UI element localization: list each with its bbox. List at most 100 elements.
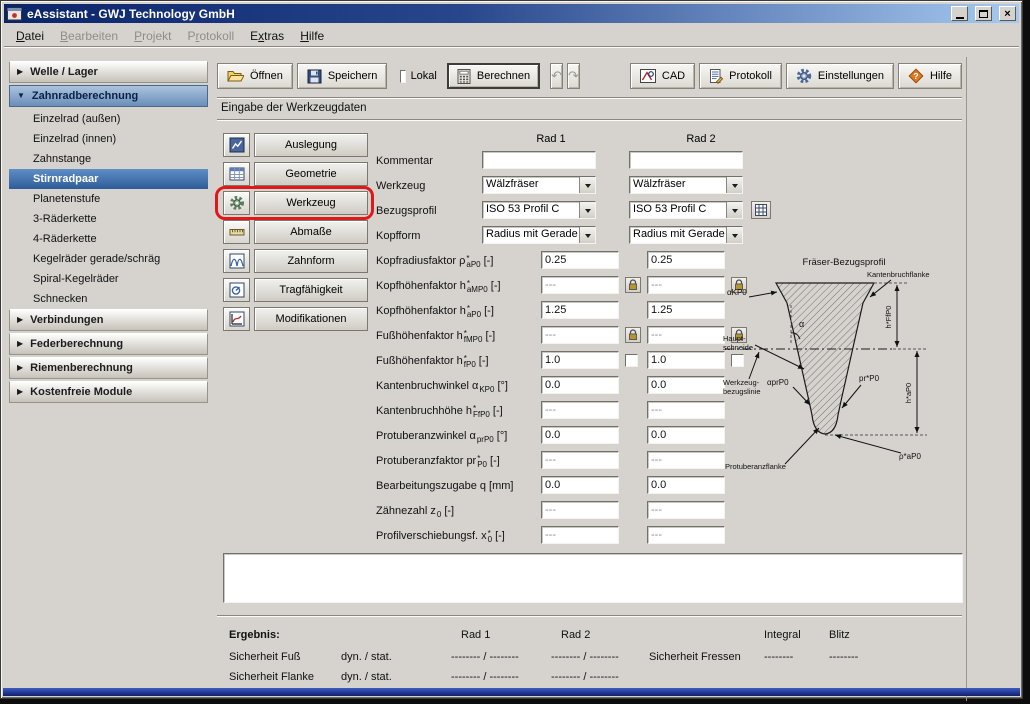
lock-icon[interactable] [625,327,641,343]
dropdown-arrow-icon[interactable] [579,177,595,193]
bezugsprofil-rad2-select[interactable]: ISO 53 Profil C [629,201,743,219]
bezugsprofil-edit-button[interactable] [751,201,771,219]
sidebar-section-verbindungen[interactable]: ▶Verbindungen [9,309,208,331]
triangle-right-icon: ▶ [17,68,23,76]
fusshoehenfaktor-fmp0-rad2-input[interactable] [647,326,725,344]
menu-bearbeiten[interactable]: Bearbeiten [52,26,126,46]
kantenbruchhoehe-rad1-input[interactable] [541,401,619,419]
fusshoehenfaktor-fmp0-rad1-input[interactable] [541,326,619,344]
sidebar-item-schnecken[interactable]: Schnecken [9,289,208,309]
menu-hilfe[interactable]: Hilfe [292,26,332,46]
bearbeitungszugabe-rad1-input[interactable] [541,476,619,494]
hilfe-button[interactable]: ? Hilfe [898,63,962,89]
content-area: Öffnen Speichern Lokal Berechnen ↶ ↷ CAD… [215,57,967,701]
fusshoehenfaktor-fp0-rad1-input[interactable] [541,351,619,369]
lokal-checkbox[interactable] [400,70,405,83]
werkzeug-rad1-select[interactable]: Wälzfräser [482,176,596,194]
zaehnezahl-rad2-input[interactable] [647,501,725,519]
close-button[interactable]: × [999,6,1016,21]
sidebar-section-kostenfreie-module[interactable]: ▶Kostenfreie Module [9,381,208,403]
protuberanzfaktor-rad1-input[interactable] [541,451,619,469]
kopfradiusfaktor-rad1-input[interactable] [541,251,619,269]
sidebar-section-zahnradberechnung[interactable]: ▼Zahnradberechnung [9,85,208,107]
profilverschiebungsf-rad2-input[interactable] [647,526,725,544]
minimize-icon [956,17,964,19]
dropdown-arrow-icon[interactable] [726,177,742,193]
berechnen-label: Berechnen [477,70,530,82]
sidebar-item-einzelrad-außen[interactable]: Einzelrad (außen) [9,109,208,129]
maximize-button[interactable] [975,6,992,21]
open-button[interactable]: Öffnen [217,63,293,89]
werkzeug-rad2-select[interactable]: Wälzfräser [629,176,743,194]
field-label: Protuberanzfaktorpr*P0[-] [376,451,500,471]
zaehnezahl-rad1-input[interactable] [541,501,619,519]
results-header-integral: Integral [764,629,801,641]
form-row-werkzeug: Werkzeug Wälzfräser Wälzfräser [215,176,966,196]
berechnen-button[interactable]: Berechnen [447,63,540,89]
bezugsprofil-rad1-select[interactable]: ISO 53 Profil C [482,201,596,219]
pr-p0-label: pr*P0 [859,374,880,383]
menu-projekt[interactable]: Projekt [126,26,179,46]
form-row-profilverschiebungsf: Profilverschiebungsf.x*0[-] [215,526,966,546]
report-pencil-icon [709,69,723,84]
triangle-right-icon: ▶ [17,340,23,348]
sidebar-item-stirnradpaar[interactable]: Stirnradpaar [9,169,208,189]
kopfform-rad1-select[interactable]: Radius mit Gerade [482,226,596,244]
kantenbruchwinkel-rad2-input[interactable] [647,376,725,394]
protuberanzfaktor-rad2-input[interactable] [647,451,725,469]
kopfhoehenfaktor-amp0-rad1-input[interactable] [541,276,619,294]
sidebar-item-planetenstufe[interactable]: Planetenstufe [9,189,208,209]
sidebar-item-zahnstange[interactable]: Zahnstange [9,149,208,169]
result-mode: dyn. / stat. [341,671,392,683]
fusshoehenfaktor-fp0-rad1-checkbox[interactable] [625,354,638,367]
form-row-bezugsprofil: BezugsprofilISO 53 Profil CISO 53 Profil… [215,201,966,221]
minimize-button[interactable] [951,6,968,21]
field-label: Werkzeug [376,176,425,196]
dropdown-arrow-icon[interactable] [726,202,742,218]
sidebar-item-kegelräder-gerade-schräg[interactable]: Kegelräder gerade/schräg [9,249,208,269]
h-ap0-label: h*aP0 [904,383,913,403]
protuberanzwinkel-rad1-input[interactable] [541,426,619,444]
undo-button[interactable]: ↶ [550,63,563,89]
cad-button[interactable]: CAD [630,63,695,89]
open-folder-icon [227,69,244,83]
diagram: Fräser-Bezugsprofil αKP0 Ka [721,253,967,503]
kopfhoehenfaktor-ap0-rad1-input[interactable] [541,301,619,319]
profilverschiebungsf-rad1-input[interactable] [541,526,619,544]
kopfradiusfaktor-rad2-input[interactable] [647,251,725,269]
alpha-label: α [799,319,804,329]
sidebar-item-spiral-kegelräder[interactable]: Spiral-Kegelräder [9,269,208,289]
kantenbruchhoehe-rad2-input[interactable] [647,401,725,419]
bearbeitungszugabe-rad2-input[interactable] [647,476,725,494]
dropdown-arrow-icon[interactable] [726,227,742,243]
sidebar-section-welle-lager[interactable]: ▶Welle / Lager [9,61,208,83]
sidebar: ▶Welle / Lager▼ZahnradberechnungEinzelra… [9,61,208,405]
sidebar-item-einzelrad-innen[interactable]: Einzelrad (innen) [9,129,208,149]
lock-icon[interactable] [625,277,641,293]
kopfhoehenfaktor-amp0-rad2-input[interactable] [647,276,725,294]
kommentar-rad2-input[interactable] [629,151,743,169]
sidebar-section-federberechnung[interactable]: ▶Federberechnung [9,333,208,355]
kommentar-rad1-input[interactable] [482,151,596,169]
protokoll-button[interactable]: Protokoll [699,63,782,89]
protuberanzwinkel-rad2-input[interactable] [647,426,725,444]
field-label: Kantenbruchhöheh*FfP0[-] [376,401,503,421]
result-label-fuss: Sicherheit Fuß [229,651,301,663]
menu-datei[interactable]: Datei [8,26,52,46]
dropdown-arrow-icon[interactable] [579,227,595,243]
redo-button[interactable]: ↷ [567,63,580,89]
kopfhoehenfaktor-ap0-rad2-input[interactable] [647,301,725,319]
kantenbruchwinkel-rad1-input[interactable] [541,376,619,394]
einstellungen-button[interactable]: Einstellungen [786,63,894,89]
menu-extras[interactable]: Extras [242,26,292,46]
sidebar-item-3-räderkette[interactable]: 3-Räderkette [9,209,208,229]
kopfform-rad2-select[interactable]: Radius mit Gerade [629,226,743,244]
result-fressen-blitz: -------- [829,651,858,663]
dropdown-arrow-icon[interactable] [579,202,595,218]
save-button[interactable]: Speichern [297,63,388,89]
fusshoehenfaktor-fp0-rad2-input[interactable] [647,351,725,369]
sidebar-item-4-räderkette[interactable]: 4-Räderkette [9,229,208,249]
menu-protokoll[interactable]: Protokoll [179,26,242,46]
sidebar-section-riemenberechnung[interactable]: ▶Riemenberechnung [9,357,208,379]
protuberanzflanke-label: Protuberanzflanke [725,462,786,471]
